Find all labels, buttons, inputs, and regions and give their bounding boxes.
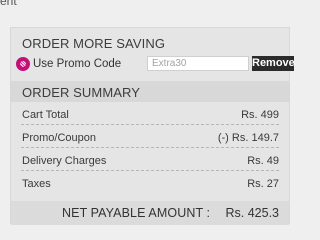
summary-row-label: Promo/Coupon (22, 132, 96, 144)
summary-rows: Cart Total Rs. 499 Promo/Coupon (-) Rs. … (21, 102, 279, 193)
saving-section-title: ORDER MORE SAVING (22, 36, 166, 51)
order-panel: ORDER MORE SAVING Use Promo Code Remove … (10, 27, 295, 225)
summary-row-value: Rs. 49 (247, 155, 279, 167)
net-payable-value: Rs. 425.3 (225, 206, 279, 220)
net-payable-label: NET PAYABLE AMOUNT : (62, 206, 211, 220)
promo-code-input[interactable] (147, 56, 249, 71)
summary-row-label: Delivery Charges (22, 155, 107, 167)
summary-row-cart-total: Cart Total Rs. 499 (21, 102, 279, 125)
net-payable-bar: NET PAYABLE AMOUNT : Rs. 425.3 (11, 201, 289, 225)
summary-row-promo: Promo/Coupon (-) Rs. 149.7 (21, 125, 279, 148)
summary-row-delivery: Delivery Charges Rs. 49 (21, 148, 279, 171)
promo-radio-icon[interactable] (16, 57, 30, 71)
summary-row-value: Rs. 27 (247, 178, 279, 190)
order-summary-header: ORDER SUMMARY (11, 81, 289, 102)
header-fragment: ent (0, 0, 17, 8)
order-summary-title: ORDER SUMMARY (22, 85, 141, 100)
summary-row-label: Taxes (22, 178, 51, 190)
promo-code-row: Use Promo Code Remove (16, 56, 295, 71)
summary-row-label: Cart Total (22, 109, 69, 121)
summary-row-value: Rs. 499 (241, 109, 279, 121)
remove-promo-button[interactable]: Remove (252, 56, 295, 71)
summary-row-taxes: Taxes Rs. 27 (21, 171, 279, 193)
summary-row-value: (-) Rs. 149.7 (217, 132, 279, 144)
promo-code-label[interactable]: Use Promo Code (33, 57, 121, 71)
